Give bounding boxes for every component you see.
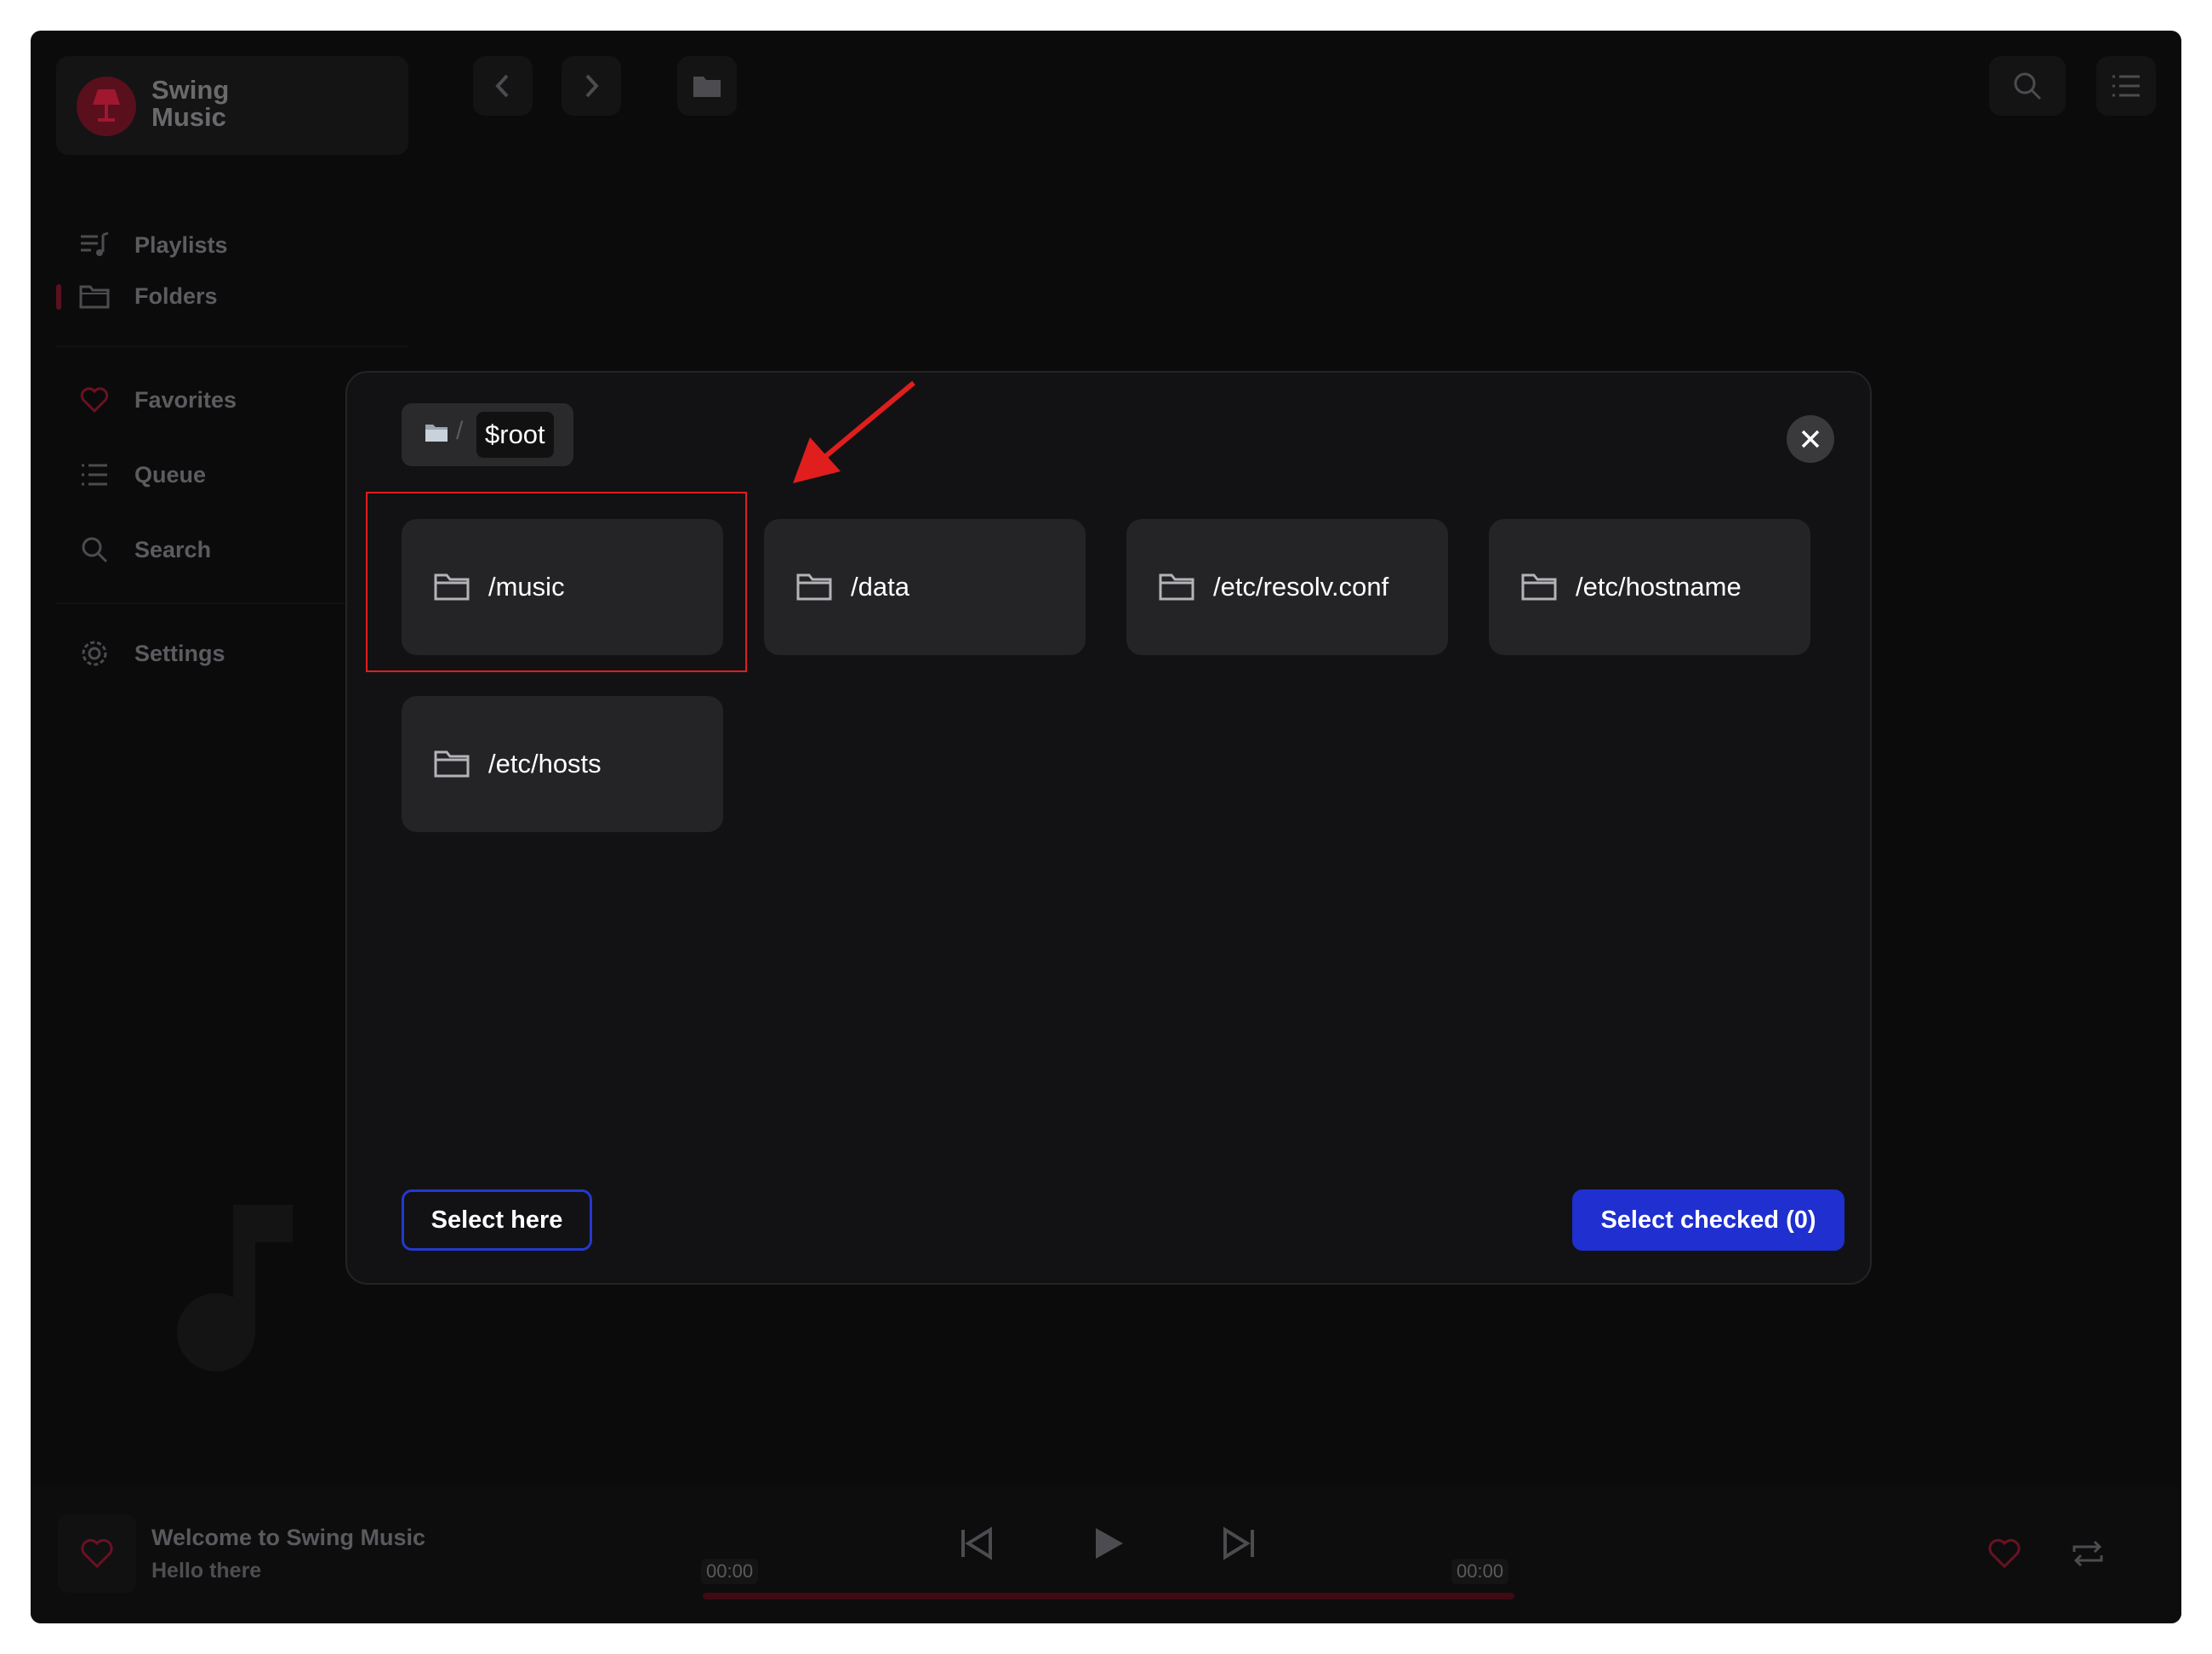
folder-button[interactable] — [677, 56, 737, 116]
folder-name: /etc/hosts — [488, 749, 601, 779]
music-note-icon — [175, 1205, 303, 1379]
folder-name: /etc/resolv.conf — [1213, 572, 1389, 602]
app-logo[interactable]: Swing Music — [56, 56, 408, 155]
chevron-left-icon — [495, 74, 509, 98]
search-icon — [2014, 72, 2042, 100]
folder-item[interactable]: /data — [764, 519, 1086, 655]
sidebar-item-label: Folders — [134, 282, 218, 309]
select-checked-button[interactable]: Select checked (0) — [1572, 1189, 1844, 1251]
folder-item[interactable]: /etc/resolv.conf — [1126, 519, 1448, 655]
player-bar: Welcome to Swing Music Hello there 00:00… — [31, 1487, 2181, 1623]
heart-icon — [78, 384, 111, 416]
previous-button[interactable] — [958, 1525, 995, 1566]
sidebar-item-queue[interactable]: Queue — [78, 449, 206, 500]
progress-bar[interactable] — [703, 1593, 1514, 1600]
queue-icon — [78, 459, 111, 491]
like-button[interactable] — [1987, 1538, 2021, 1573]
chevron-right-icon — [585, 74, 599, 98]
sidebar-item-label: Playlists — [134, 231, 228, 258]
forward-button[interactable] — [562, 56, 621, 116]
folder-picker-modal: / $root /music /data /etc/resolv.conf /e… — [345, 371, 1872, 1285]
elapsed-time: 00:00 — [701, 1559, 759, 1584]
folder-name: /etc/hostname — [1576, 572, 1742, 602]
breadcrumb-separator: / — [456, 417, 464, 445]
folder-icon[interactable] — [424, 422, 449, 448]
sidebar-item-label: Queue — [134, 461, 207, 488]
heart-icon — [1988, 1538, 2021, 1569]
sidebar-item-label: Favorites — [134, 386, 237, 413]
duration-time: 00:00 — [1451, 1559, 1509, 1584]
sidebar-item-label: Settings — [134, 640, 225, 666]
play-icon — [1096, 1528, 1123, 1559]
repeat-icon — [2072, 1540, 2103, 1567]
sidebar-item-playlists[interactable]: Playlists — [78, 220, 228, 271]
repeat-button[interactable] — [2069, 1538, 2107, 1573]
menu-button[interactable] — [2096, 56, 2156, 116]
next-button[interactable] — [1220, 1525, 1257, 1566]
breadcrumb: / $root — [402, 403, 573, 466]
skip-next-icon — [1223, 1526, 1254, 1560]
breadcrumb-root[interactable]: $root — [476, 412, 554, 458]
list-icon — [2112, 75, 2140, 97]
track-subtitle: Hello there — [151, 1559, 262, 1583]
close-button[interactable] — [1787, 415, 1834, 463]
app-name: Swing Music — [151, 75, 230, 132]
select-here-button[interactable]: Select here — [402, 1189, 592, 1251]
sidebar-divider — [56, 345, 408, 347]
search-icon — [78, 533, 111, 566]
sidebar-item-settings[interactable]: Settings — [78, 628, 225, 679]
play-button[interactable] — [1089, 1525, 1126, 1566]
gear-icon — [78, 637, 111, 670]
folder-item[interactable]: /etc/hosts — [402, 696, 723, 832]
track-title: Welcome to Swing Music — [151, 1525, 426, 1550]
annotation-highlight-box — [366, 492, 747, 672]
folder-icon — [1521, 573, 1557, 602]
folder-icon — [693, 77, 721, 97]
folder-icon — [796, 573, 832, 602]
active-indicator — [56, 284, 61, 310]
folder-item[interactable]: /etc/hostname — [1489, 519, 1810, 655]
close-icon — [1801, 430, 1820, 448]
annotation-arrow-icon — [790, 380, 917, 496]
playlists-icon — [78, 229, 111, 261]
folder-name: /data — [851, 572, 909, 602]
favorite-track-button[interactable] — [58, 1514, 136, 1593]
heart-icon — [81, 1538, 113, 1569]
skip-previous-icon — [961, 1526, 992, 1560]
app-window: Swing Music Playlists Folders Favorites — [31, 31, 2181, 1623]
folder-music-icon — [78, 280, 111, 312]
folder-icon — [1159, 573, 1194, 602]
sidebar-item-search[interactable]: Search — [78, 524, 211, 575]
back-button[interactable] — [473, 56, 533, 116]
sidebar-item-favorites[interactable]: Favorites — [78, 374, 237, 425]
search-button[interactable] — [1989, 56, 2066, 116]
lamp-logo-icon — [77, 77, 136, 136]
folder-icon — [434, 750, 470, 779]
sidebar-item-folders[interactable]: Folders — [78, 271, 218, 322]
sidebar-item-label: Search — [134, 536, 212, 562]
